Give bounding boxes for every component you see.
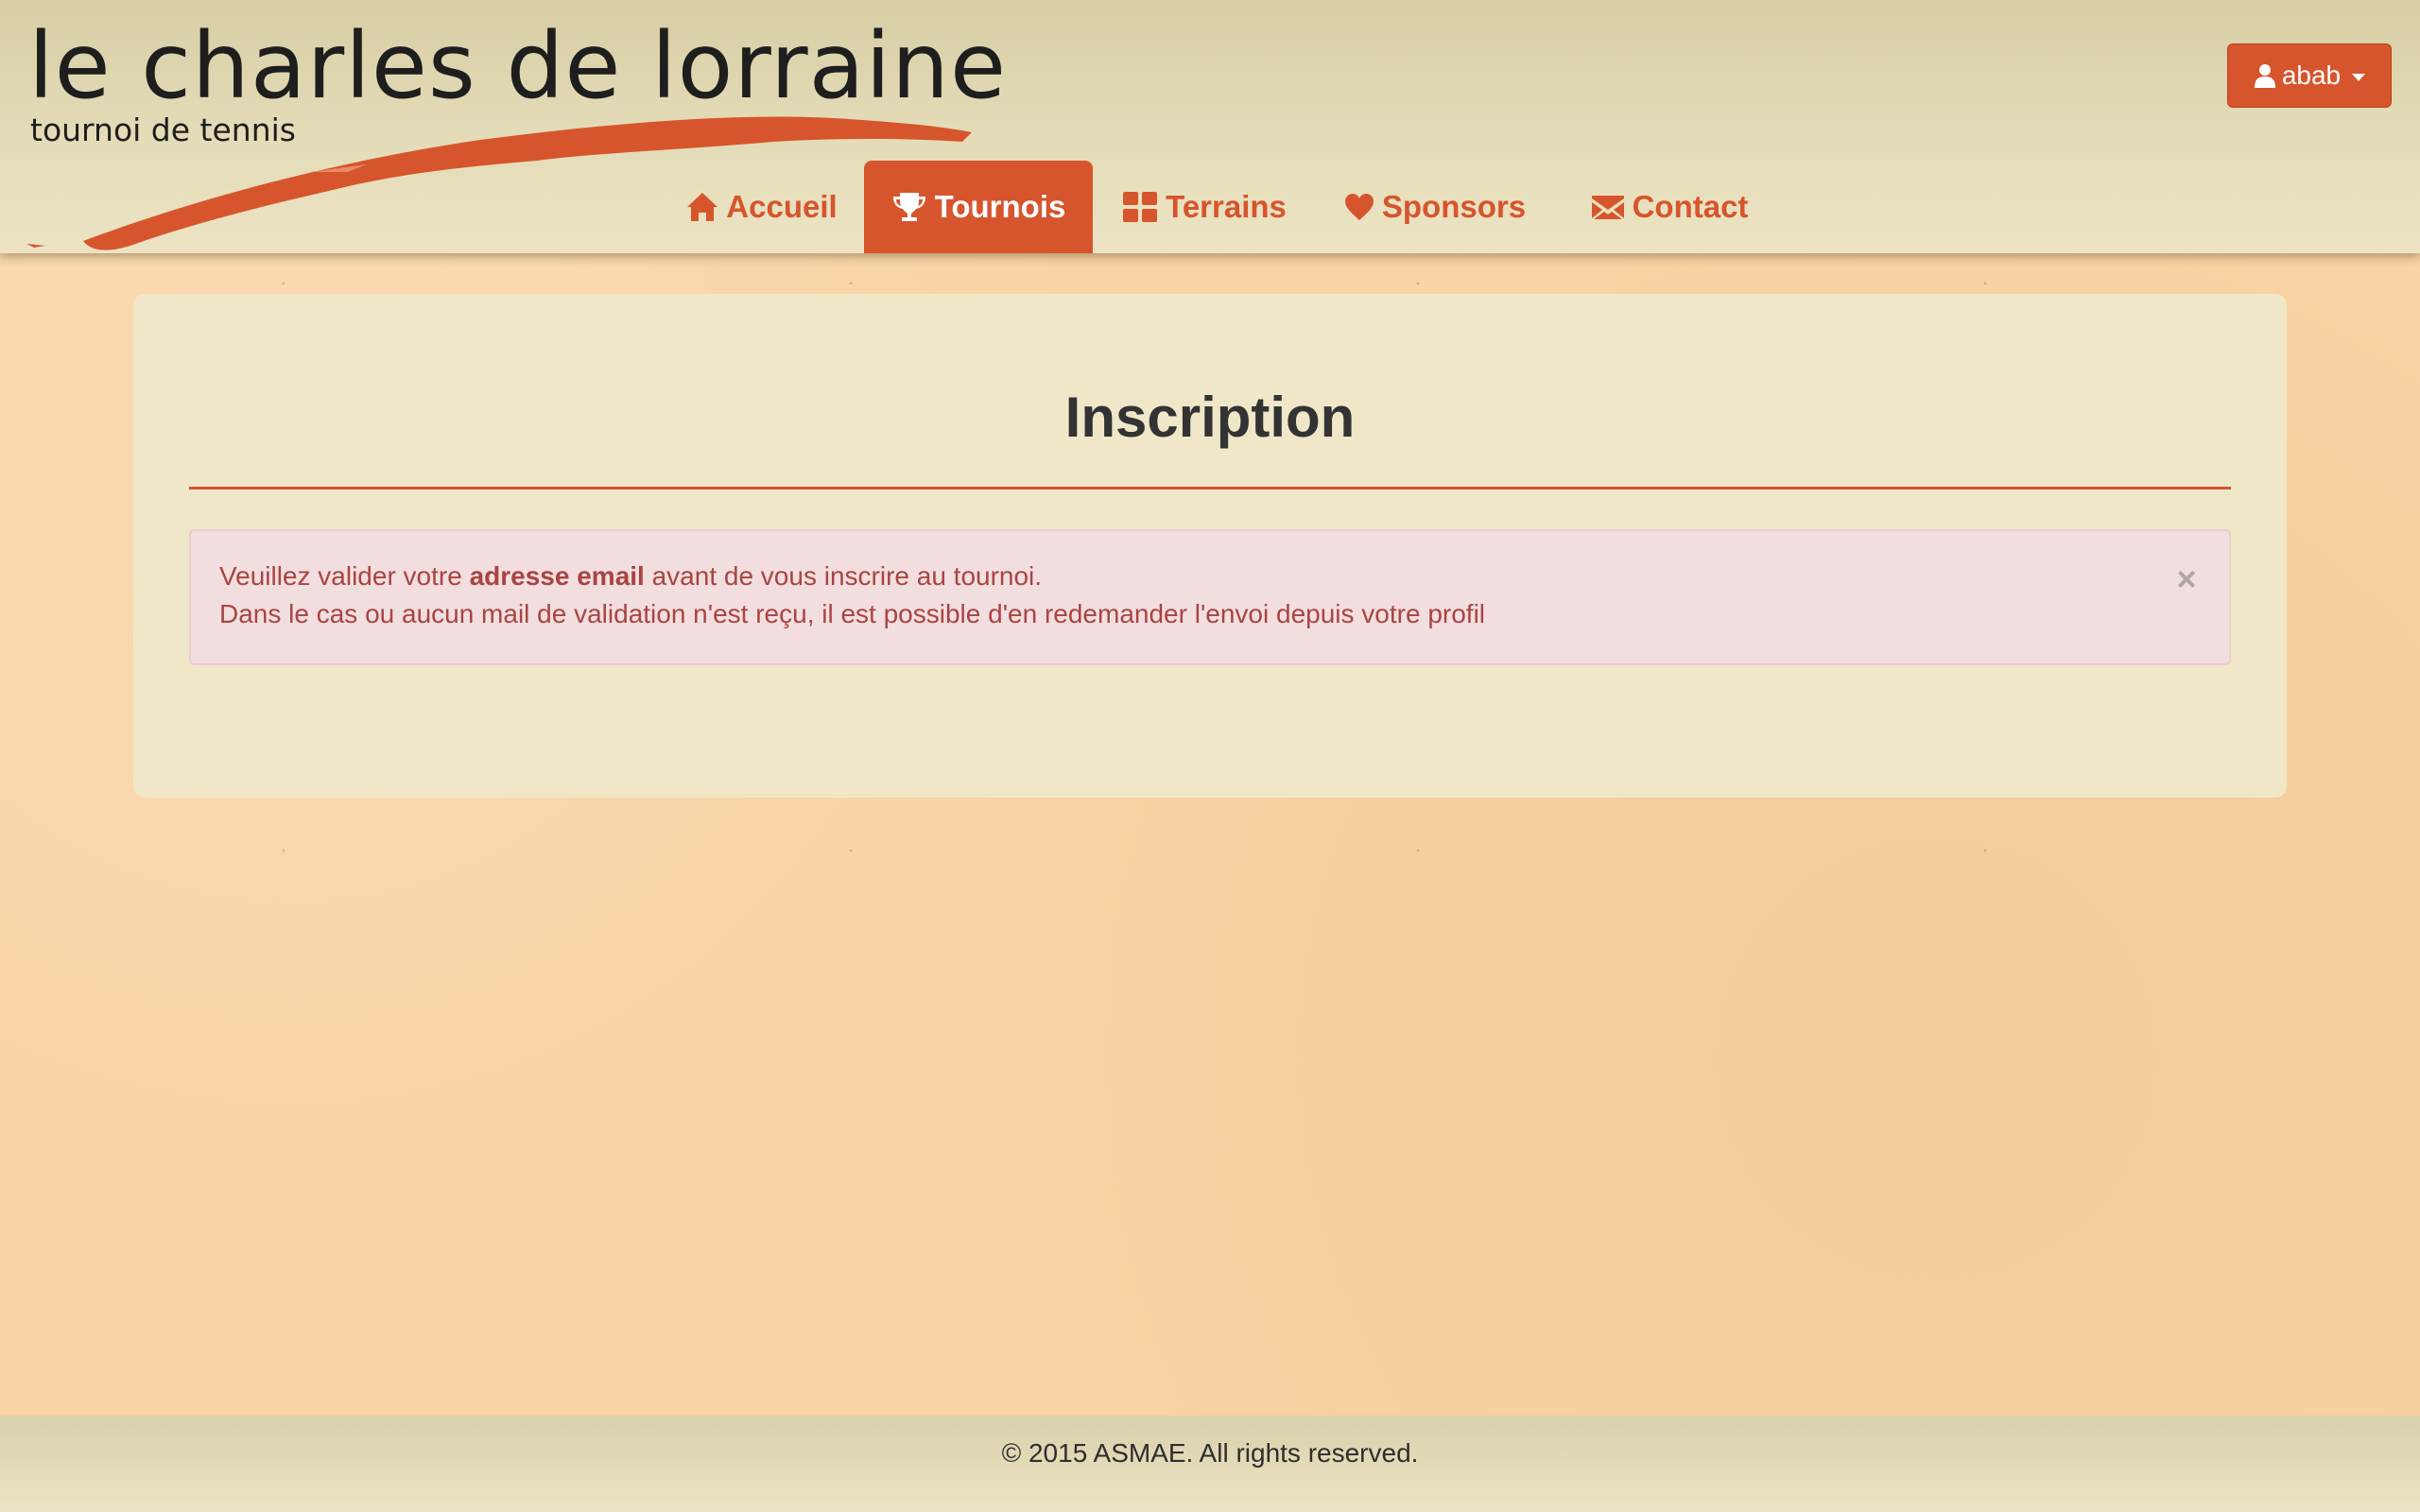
nav-item-sponsors[interactable]: Sponsors — [1337, 161, 1533, 253]
main-nav: Accueil Tournois Terrains Sponsors Conta… — [0, 161, 2420, 253]
home-icon — [687, 193, 718, 221]
heart-icon — [1344, 194, 1374, 220]
logo-title: le charles de lorraine — [28, 13, 1008, 119]
caret-down-icon — [2352, 73, 2366, 81]
site-footer: © 2015 ASMAE. All rights reserved. — [0, 1416, 2420, 1512]
alert-text-before: Veuillez valider votre — [219, 561, 470, 591]
nav-label-terrains: Terrains — [1166, 189, 1287, 224]
nav-item-tournois[interactable]: Tournois — [864, 161, 1093, 253]
nav-item-accueil[interactable]: Accueil — [683, 161, 841, 253]
trophy-icon — [892, 193, 925, 221]
site-header: le charles de lorraine tournoi de tennis… — [0, 0, 2420, 253]
logo-subtitle: tournoi de tennis — [30, 112, 296, 148]
email-validation-alert: Veuillez valider votre adresse email ava… — [189, 529, 2231, 665]
copyright-text: © 2015 ASMAE. All rights reserved. — [1001, 1438, 1419, 1468]
page-title: Inscription — [1064, 386, 1356, 449]
nav-label-sponsors: Sponsors — [1381, 189, 1527, 224]
user-name: abab — [2281, 60, 2342, 90]
title-divider — [189, 487, 2231, 490]
alert-text-bold: adresse email — [469, 561, 645, 591]
grid-icon — [1123, 192, 1158, 222]
content-panel: Inscription Veuillez valider votre adres… — [133, 294, 2287, 798]
nav-label-contact: Contact — [1632, 189, 1749, 224]
nav-label-tournois: Tournois — [934, 189, 1066, 224]
nav-label-accueil: Accueil — [726, 189, 838, 224]
user-icon — [2254, 64, 2275, 88]
alert-close-icon[interactable]: × — [2172, 562, 2201, 596]
user-menu-button[interactable]: abab — [2227, 43, 2392, 108]
envelope-icon — [1591, 196, 1624, 219]
nav-item-terrains[interactable]: Terrains — [1110, 161, 1299, 253]
alert-line-2: Dans le cas ou aucun mail de validation … — [219, 599, 1486, 628]
alert-line-1: Veuillez valider votre adresse email ava… — [219, 558, 2201, 595]
nav-item-contact[interactable]: Contact — [1569, 161, 1770, 253]
alert-text-after: avant de vous inscrire au tournoi. — [644, 561, 1043, 591]
